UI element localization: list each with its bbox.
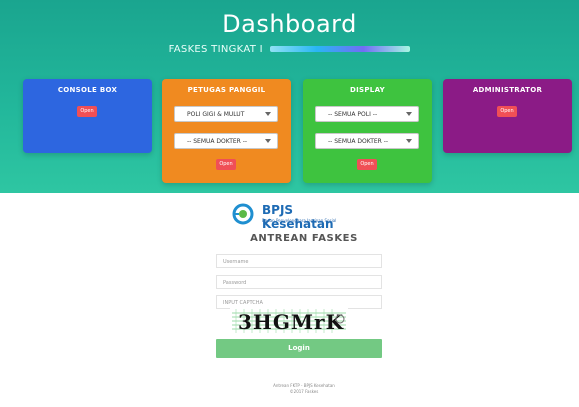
brand-subtitle: Badan Penyelenggara Jaminan Sosial xyxy=(262,218,337,223)
chevron-down-icon xyxy=(406,139,412,143)
chevron-down-icon xyxy=(265,139,271,143)
petugas-open-button[interactable]: Open xyxy=(216,159,236,170)
console-box-open-button[interactable]: Open xyxy=(77,106,97,117)
administrator-card: ADMINISTRATOR Open xyxy=(443,79,572,153)
display-poli-select[interactable]: -- SEMUA POLI -- xyxy=(315,106,419,122)
password-field[interactable]: Password xyxy=(216,275,382,289)
page-title: Dashboard xyxy=(222,10,357,38)
dashboard-header: Dashboard FASKES TINGKAT I CONSOLE BOX O… xyxy=(0,0,579,193)
login-panel: BPJS Kesehatan Badan Penyelenggara Jamin… xyxy=(196,193,412,407)
captcha-image: 3HGMrK xyxy=(230,307,348,335)
bpjs-logo-icon xyxy=(232,203,254,225)
redacted-name xyxy=(270,46,411,52)
footer-line-2: ©2017 Faskes xyxy=(289,389,319,394)
display-dokter-select[interactable]: -- SEMUA DOKTER -- xyxy=(315,133,419,149)
petugas-panggil-card: PETUGAS PANGGIL POLI GIGI & MULUT -- SEM… xyxy=(162,79,291,183)
display-poli-value: -- SEMUA POLI -- xyxy=(328,111,378,118)
console-box-card: CONSOLE BOX Open xyxy=(23,79,152,153)
login-footer: Antrean FKTP - BPJS Kesehatan ©2017 Fask… xyxy=(196,383,412,395)
display-title: DISPLAY xyxy=(350,86,385,94)
captcha-text: 3HGMrK xyxy=(238,310,344,334)
console-box-title: CONSOLE BOX xyxy=(57,86,118,94)
petugas-dokter-value: -- SEMUA DOKTER -- xyxy=(187,138,248,145)
page-subtitle: FASKES TINGKAT I xyxy=(0,44,579,55)
administrator-title: ADMINISTRATOR xyxy=(472,86,543,94)
username-field[interactable]: Username xyxy=(216,254,382,268)
login-heading: ANTREAN FASKES xyxy=(250,233,358,244)
chevron-down-icon xyxy=(406,112,412,116)
subtitle-text: FASKES TINGKAT I xyxy=(168,44,263,55)
login-button[interactable]: Login xyxy=(216,339,382,358)
brand-name: BPJS Kesehatan xyxy=(262,203,334,231)
administrator-open-button[interactable]: Open xyxy=(497,106,517,117)
petugas-poli-value: POLI GIGI & MULUT xyxy=(187,111,245,118)
display-card: DISPLAY -- SEMUA POLI -- -- SEMUA DOKTER… xyxy=(303,79,432,183)
petugas-dokter-select[interactable]: -- SEMUA DOKTER -- xyxy=(174,133,278,149)
chevron-down-icon xyxy=(265,112,271,116)
display-open-button[interactable]: Open xyxy=(357,159,377,170)
petugas-panggil-title: PETUGAS PANGGIL xyxy=(187,86,266,94)
petugas-poli-select[interactable]: POLI GIGI & MULUT xyxy=(174,106,278,122)
display-dokter-value: -- SEMUA DOKTER -- xyxy=(328,138,389,145)
